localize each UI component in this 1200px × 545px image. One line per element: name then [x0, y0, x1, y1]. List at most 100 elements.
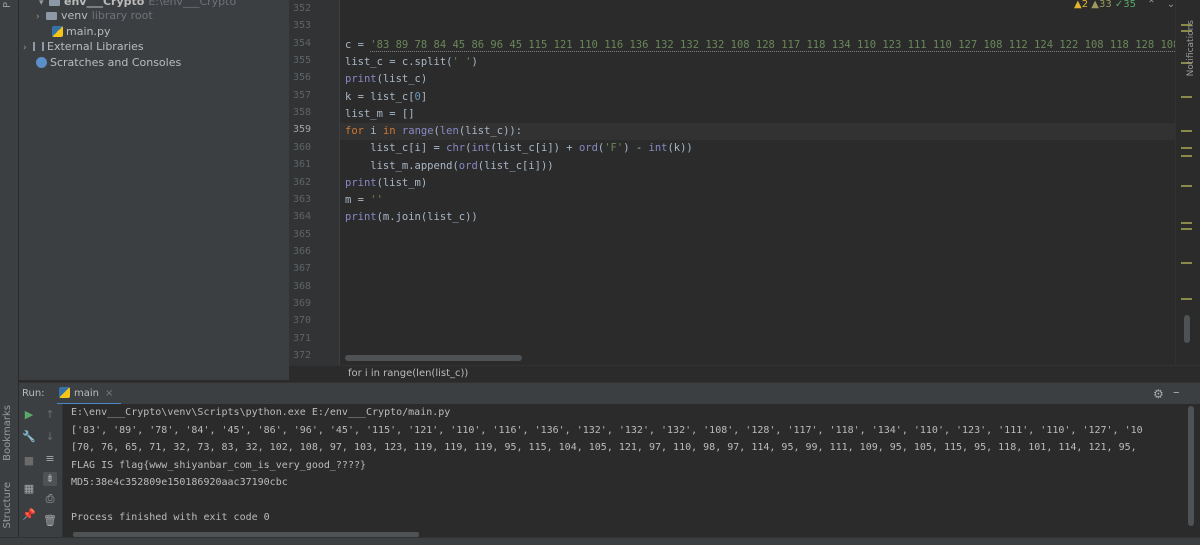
soft-wrap-icon[interactable]: ≡ [43, 452, 57, 466]
code-line-363: m = '' [345, 194, 383, 206]
close-icon[interactable]: × [105, 388, 113, 399]
run-tab-label: main [74, 388, 99, 399]
project-tool-tab[interactable]: P [2, 2, 13, 8]
editor-vertical-scrollbar[interactable] [1184, 315, 1190, 343]
line-number: 371 [292, 332, 311, 344]
line-number: 357 [292, 89, 311, 101]
console-line: ['83', '89', '78', '84', '45', '86', '96… [71, 425, 1143, 436]
scroll-to-end-icon[interactable]: ⇟ [43, 472, 57, 486]
ok-count: 35 [1123, 0, 1137, 10]
line-number: 355 [292, 55, 311, 67]
python-file-icon [59, 387, 70, 398]
marker-mark[interactable] [1181, 155, 1192, 157]
editor-horizontal-scrollbar[interactable] [345, 355, 522, 361]
code-editor[interactable]: c = '83 89 78 84 45 86 96 45 115 121 110… [340, 0, 1175, 365]
line-number: 361 [292, 159, 311, 171]
marker-mark[interactable] [1181, 262, 1192, 264]
code-line-356: print(list_c) [345, 73, 428, 85]
console-line: FLAG IS flag{www_shiyanbar_com_is_very_g… [71, 460, 367, 471]
wrench-icon[interactable]: 🔧 [22, 430, 36, 444]
line-number: 365 [292, 228, 311, 240]
marker-mark[interactable] [1181, 228, 1192, 230]
code-line-364: print(m.join(list_c)) [345, 211, 478, 223]
marker-mark[interactable] [1181, 222, 1192, 224]
breadcrumb: for i in range(len(list_c)) [289, 365, 1200, 382]
line-number: 353 [292, 20, 311, 32]
inspection-widget[interactable]: ▲2 ▲33 ✓35 ⌃ ⌄ [1074, 0, 1175, 10]
line-number: 368 [292, 280, 311, 292]
console-line: [70, 76, 65, 71, 32, 73, 83, 32, 102, 10… [71, 442, 1137, 453]
weak-warning-icon: ▲ [1091, 0, 1099, 10]
python-file-icon [52, 26, 63, 37]
layout-icon[interactable]: ▦ [22, 482, 36, 496]
warning-icon: ▲ [1074, 0, 1082, 10]
chevron-right-icon[interactable]: › [36, 9, 46, 25]
rerun-icon[interactable]: ▶ [22, 408, 36, 422]
line-number: 367 [292, 263, 311, 275]
library-icon [33, 42, 44, 51]
line-number: 352 [292, 3, 311, 14]
folder-icon [46, 12, 57, 20]
pin-icon[interactable]: 📌 [22, 508, 36, 522]
line-number: 372 [292, 350, 311, 361]
line-number: 356 [292, 72, 311, 84]
line-number: 363 [292, 193, 311, 205]
line-number: 360 [292, 141, 311, 153]
run-panel-header: Run: main × ⚙ – [19, 382, 1200, 405]
folder-icon [49, 0, 60, 6]
library-root-tag: library root [91, 9, 153, 22]
trash-icon[interactable]: 🗑 [43, 514, 57, 528]
tree-item-external-libraries[interactable]: › External Libraries [23, 39, 144, 55]
code-line-358: list_m = [] [345, 108, 415, 120]
run-panel-title: Run: [22, 388, 45, 399]
line-number: 369 [292, 297, 311, 309]
code-line-362: print(list_m) [345, 177, 428, 189]
scratches-icon [36, 57, 47, 68]
line-number: 359 [292, 124, 311, 136]
tree-item-venv[interactable]: › venv library root [36, 8, 153, 24]
marker-mark[interactable] [1181, 96, 1192, 98]
left-tool-strip: P Bookmarks Structure [0, 0, 19, 545]
code-line-361: list_m.append(ord(list_c[i])) [345, 160, 554, 172]
marker-mark[interactable] [1181, 130, 1192, 132]
console-vertical-scrollbar[interactable] [1188, 406, 1194, 526]
line-number: 370 [292, 315, 311, 327]
console-line: MD5:38e4c352809e150186920aac37190cbc [71, 477, 288, 488]
status-bar [0, 537, 1200, 545]
marker-mark[interactable] [1181, 147, 1192, 149]
run-console[interactable]: E:\env___Crypto\venv\Scripts\python.exe … [63, 404, 1183, 537]
gear-icon[interactable]: ⚙ [1153, 387, 1164, 401]
run-tab-main[interactable]: main × [57, 383, 122, 405]
project-root-label: env___Crypto [64, 0, 145, 8]
tree-item-scratches[interactable]: Scratches and Consoles [36, 55, 181, 71]
structure-tool-tab[interactable]: Structure [2, 482, 13, 529]
notifications-tool-tab[interactable]: Notifications [1186, 20, 1196, 76]
breadcrumb-item[interactable]: for i in range(len(list_c)) [348, 368, 468, 379]
chevron-down-icon[interactable]: ⌄ [1167, 0, 1175, 10]
line-number: 358 [292, 107, 311, 119]
arrow-down-icon[interactable]: ↓ [43, 430, 57, 444]
tree-item-main-py[interactable]: main.py [52, 24, 110, 40]
bookmarks-tool-tab[interactable]: Bookmarks [2, 405, 13, 461]
tree-item-label: venv [61, 9, 88, 22]
weak-warning-count: 33 [1098, 0, 1112, 10]
marker-mark[interactable] [1181, 298, 1192, 300]
project-tree: ▾ env___Crypto E:\env___Crypto › venv librar… [19, 0, 289, 380]
stop-icon[interactable]: ■ [22, 454, 36, 468]
console-vertical-scrollbar-track[interactable] [1183, 404, 1200, 537]
print-icon[interactable]: ⎙ [43, 492, 57, 506]
line-number: 364 [292, 211, 311, 223]
line-number-gutter: 352 353 354 355 356 357 358 359 360 361 362 363 364 3… [289, 0, 340, 365]
marker-mark[interactable] [1181, 185, 1192, 187]
warning-count: 2 [1081, 0, 1089, 10]
chevron-up-icon[interactable]: ⌃ [1147, 0, 1155, 10]
chevron-right-icon[interactable]: › [23, 40, 33, 56]
minimize-icon[interactable]: – [1173, 385, 1180, 400]
project-root-path: E:\env___Crypto [148, 0, 237, 8]
line-number: 354 [292, 37, 311, 49]
run-toolbar: ▶ ↑ 🔧 ↓ ■ ≡ ▦ ⇟ ⎙ 📌 🗑 [19, 404, 63, 545]
code-line-357: k = list_c[0] [345, 91, 428, 103]
arrow-up-icon[interactable]: ↑ [43, 408, 57, 422]
line-number: 366 [292, 245, 311, 257]
tree-item-label: Scratches and Consoles [50, 56, 182, 69]
